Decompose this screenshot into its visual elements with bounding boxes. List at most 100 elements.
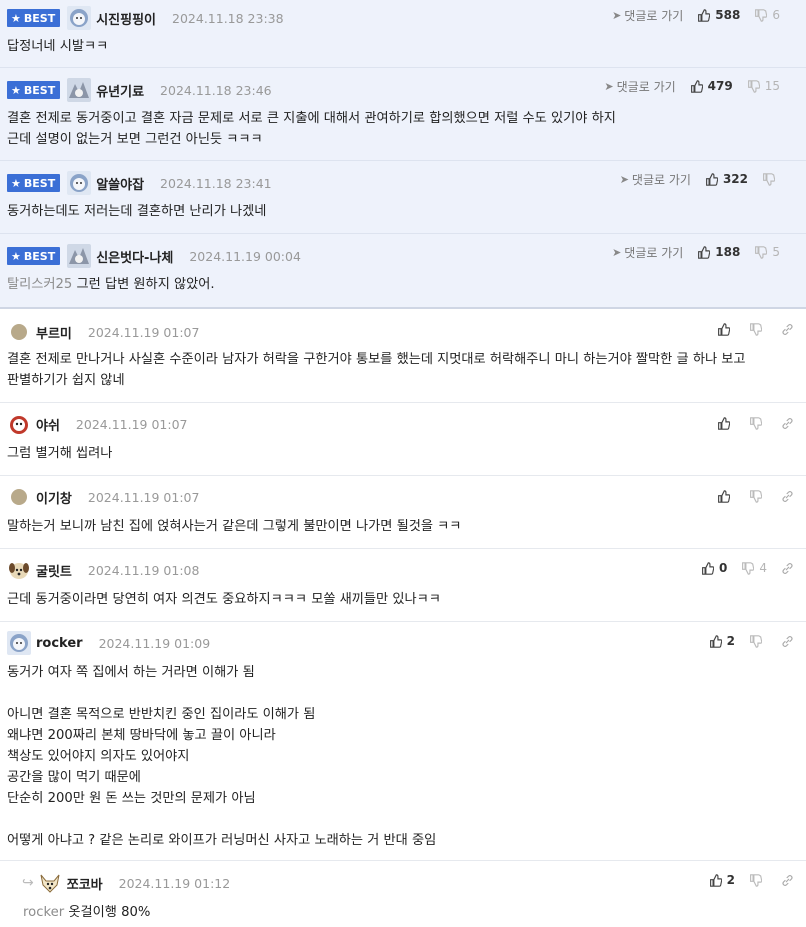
nickname[interactable]: 유년기료: [96, 81, 144, 100]
downvote-button[interactable]: 4: [741, 561, 767, 575]
comment-header: 이기창 2024.11.19 01:07: [7, 486, 199, 508]
nickname[interactable]: 알쓸야잡: [96, 174, 144, 193]
comment-actions: [717, 414, 794, 432]
comment-body: 결혼 전제로 동거중이고 결혼 자금 문제로 서로 큰 지출에 대해서 관여하기…: [7, 111, 616, 147]
thumbs-up-icon: [709, 873, 722, 887]
comment: 야쉬 2024.11.19 01:07 그럼 별거해 씹려나: [0, 403, 806, 476]
upvote-button[interactable]: 322: [705, 172, 748, 186]
nickname[interactable]: 굴릿트: [36, 561, 72, 580]
avatar[interactable]: [67, 244, 92, 268]
comment-body: 동거하는데도 저러는데 결혼하면 난리가 나겠네: [7, 204, 267, 219]
nickname[interactable]: 신은벗다-나체: [96, 247, 173, 266]
comment-header: ↪ 쪼코바 2024.11.19 01:12: [22, 871, 231, 895]
comment-body: 근데 동거중이라면 당연히 여자 의견도 중요하지ㅋㅋㅋ 모쏠 새끼들만 있나ㅋ…: [7, 592, 441, 607]
comment: 굴릿트 2024.11.19 01:08 0 4 근데 동거중이라면 당연히 여…: [0, 549, 806, 622]
upvote-button[interactable]: [717, 489, 735, 503]
downvote-button[interactable]: [749, 634, 767, 648]
downvote-button[interactable]: [749, 873, 767, 887]
thumbs-down-icon: [750, 873, 762, 887]
upvote-button[interactable]: 588: [697, 8, 740, 22]
downvote-button[interactable]: 15: [747, 79, 780, 93]
thumbs-down-icon: [747, 79, 760, 93]
timestamp: 2024.11.18 23:41: [160, 175, 272, 191]
avatar[interactable]: [67, 171, 92, 195]
thumbs-down-icon: [750, 416, 762, 430]
downvote-button[interactable]: [749, 416, 767, 430]
thumbs-down-icon: [750, 489, 762, 503]
go-to-reply-link[interactable]: ➤ 댓글로 가기: [620, 171, 691, 188]
upvote-button[interactable]: 2: [709, 634, 735, 648]
link-icon[interactable]: [781, 635, 794, 648]
go-to-reply-link[interactable]: ➤ 댓글로 가기: [604, 78, 675, 95]
comment-header: ★ BEST 신은벗다-나체 2024.11.19 00:04: [7, 244, 301, 268]
upvote-button[interactable]: [717, 322, 735, 336]
nickname[interactable]: 이기창: [36, 488, 72, 507]
downvote-button[interactable]: [762, 172, 780, 186]
avatar[interactable]: [7, 631, 31, 655]
reply-comment: ↪ 쪼코바 2024.11.19 01:12 2 rocker 옷걸이행 80%: [0, 861, 806, 927]
link-icon[interactable]: [781, 490, 794, 503]
thumbs-up-icon: [705, 172, 718, 186]
timestamp: 2024.11.19 01:12: [118, 875, 231, 891]
avatar[interactable]: [7, 412, 31, 436]
comment-actions: 2: [709, 871, 794, 889]
downvote-button[interactable]: 6: [754, 8, 780, 22]
timestamp: 2024.11.19 01:07: [87, 324, 200, 340]
best-comment: ★ BEST 신은벗다-나체 2024.11.19 00:04 ➤ 댓글로 가기 1…: [0, 234, 806, 307]
timestamp: 2024.11.19 01:09: [98, 635, 211, 651]
nickname[interactable]: 시진핑핑이: [96, 9, 156, 28]
nickname[interactable]: 쪼코바: [67, 874, 103, 893]
link-icon[interactable]: [781, 562, 794, 575]
upvote-button[interactable]: 0: [701, 561, 727, 575]
comment-body: 동거가 여자 쪽 집에서 하는 거라면 이해가 됨 아니면 결혼 목적으로 반반…: [7, 665, 437, 848]
thumbs-down-icon: [763, 172, 775, 186]
upvote-button[interactable]: 188: [697, 245, 740, 259]
thumbs-up-icon: [702, 561, 714, 575]
timestamp: 2024.11.19 01:08: [87, 562, 200, 578]
go-to-reply-link[interactable]: ➤ 댓글로 가기: [612, 244, 683, 261]
star-icon: ★: [11, 83, 21, 97]
thumbs-up-icon: [718, 489, 730, 503]
comment-header: ★ BEST 알쓸야잡 2024.11.18 23:41: [7, 171, 272, 195]
thumbs-down-icon: [750, 634, 762, 648]
link-icon[interactable]: [781, 874, 794, 887]
send-icon: ➤: [612, 8, 622, 22]
thumbs-up-icon: [698, 245, 711, 259]
comment-header: rocker 2024.11.19 01:09: [7, 631, 211, 655]
nickname[interactable]: 부르미: [36, 323, 72, 342]
comment-header: ★ BEST 시진핑핑이 2024.11.18 23:38: [7, 6, 284, 30]
thumbs-up-icon: [718, 322, 730, 336]
comment: 부르미 2024.11.19 01:07 결혼 전제로 만나거나 사실혼 수준이…: [0, 309, 806, 403]
avatar[interactable]: [67, 6, 92, 30]
comment-body: 답정너네 시발ㅋㅋ: [7, 39, 109, 54]
link-icon[interactable]: [781, 323, 794, 336]
mention[interactable]: 탈리스커25: [7, 277, 72, 292]
upvote-button[interactable]: 479: [690, 79, 733, 93]
best-comment: ★ BEST 알쓸야잡 2024.11.18 23:41 ➤ 댓글로 가기 322 …: [0, 161, 806, 234]
star-icon: ★: [11, 176, 21, 190]
comment-body: 결혼 전제로 만나거나 사실혼 수준이라 남자가 허락을 구한거야 통보를 했는…: [7, 352, 746, 388]
link-icon[interactable]: [781, 417, 794, 430]
avatar[interactable]: [67, 78, 92, 102]
downvote-button[interactable]: [749, 489, 767, 503]
comment-body: rocker 옷걸이행 80%: [23, 905, 151, 920]
nickname[interactable]: 야쉬: [36, 415, 60, 434]
mention[interactable]: rocker: [23, 905, 64, 920]
downvote-button[interactable]: [749, 322, 767, 336]
downvote-button[interactable]: 5: [754, 245, 780, 259]
thumbs-up-icon: [690, 79, 703, 93]
nickname[interactable]: rocker: [36, 636, 83, 651]
thumbs-down-icon: [742, 561, 755, 575]
avatar[interactable]: [11, 324, 27, 340]
comment-actions: ➤ 댓글로 가기 322: [620, 170, 794, 188]
avatar[interactable]: [11, 489, 27, 505]
avatar[interactable]: [37, 871, 62, 895]
timestamp: 2024.11.19 01:07: [87, 489, 200, 505]
comment-header: ★ BEST 유년기료 2024.11.18 23:46: [7, 78, 272, 102]
avatar[interactable]: [7, 558, 31, 582]
best-comment: ★ BEST 시진핑핑이 2024.11.18 23:38 ➤ 댓글로 가기 588…: [0, 0, 806, 68]
upvote-button[interactable]: 2: [709, 873, 735, 887]
go-to-reply-link[interactable]: ➤ 댓글로 가기: [612, 7, 683, 24]
star-icon: ★: [11, 249, 21, 263]
upvote-button[interactable]: [717, 416, 735, 430]
